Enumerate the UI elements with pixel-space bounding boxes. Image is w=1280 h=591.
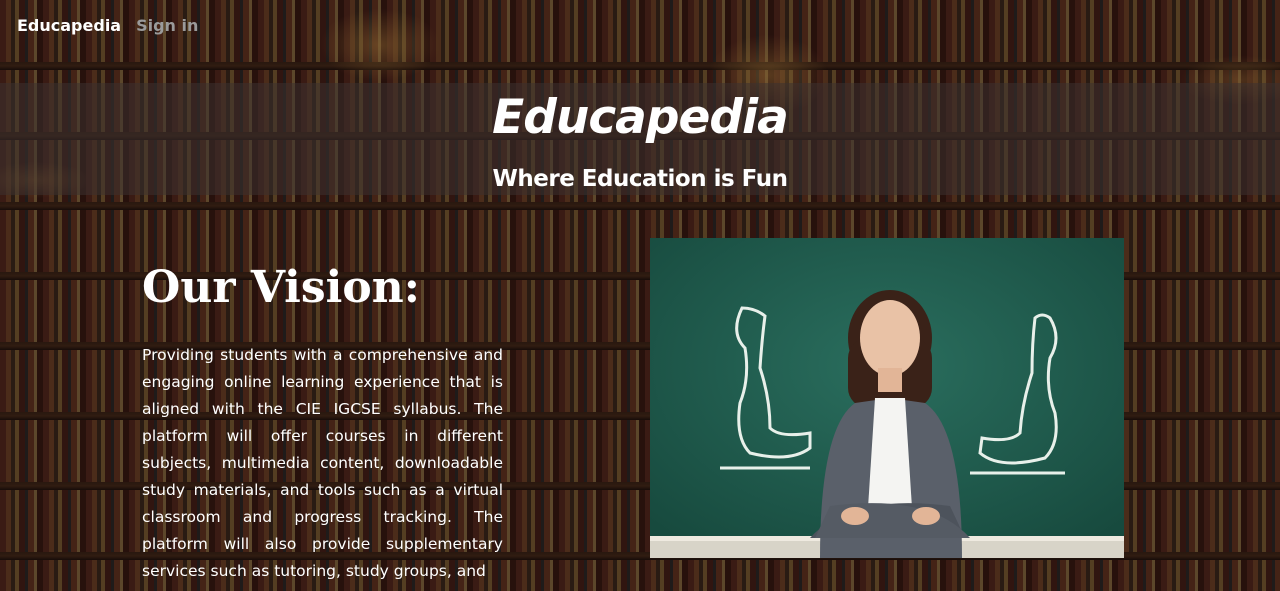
brand-link[interactable]: Educapedia bbox=[17, 16, 121, 35]
teacher-chalkboard-image bbox=[650, 238, 1124, 558]
vision-paragraph: Providing students with a comprehensive … bbox=[142, 346, 503, 580]
top-nav: Educapedia Sign in bbox=[17, 16, 198, 35]
hero-subtitle: Where Education is Fun bbox=[492, 166, 788, 192]
vision-heading: Our Vision: bbox=[142, 262, 420, 313]
hero-title: Educapedia bbox=[492, 90, 789, 145]
sign-in-link[interactable]: Sign in bbox=[136, 16, 198, 35]
